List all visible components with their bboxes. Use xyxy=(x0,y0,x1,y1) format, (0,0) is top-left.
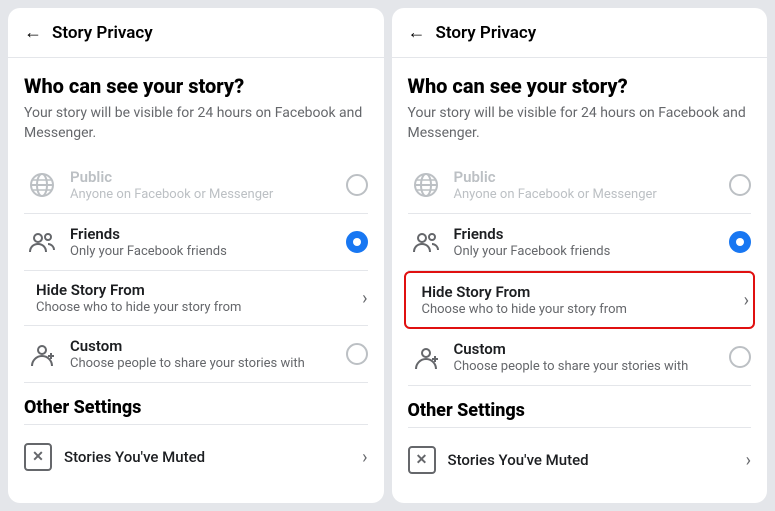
panel-body: Who can see your story? Your story will b… xyxy=(392,58,768,500)
settings-item-label: Stories You've Muted xyxy=(64,448,362,466)
app-container: ← Story Privacy Who can see your story? You… xyxy=(0,0,775,511)
option-label: Custom xyxy=(70,337,346,355)
settings-item-stories-muted[interactable]: ✕ Stories You've Muted› xyxy=(408,436,752,484)
option-custom[interactable]: CustomChoose people to share your storie… xyxy=(24,326,368,383)
option-text-wrap: CustomChoose people to share your storie… xyxy=(70,337,346,371)
option-label: Public xyxy=(70,168,346,186)
option-sublabel: Choose who to hide your story from xyxy=(422,302,744,317)
panel-title: Story Privacy xyxy=(52,23,153,43)
option-public[interactable]: PublicAnyone on Facebook or Messenger xyxy=(24,157,368,214)
panel-body: Who can see your story? Your story will b… xyxy=(8,58,384,497)
option-sublabel: Anyone on Facebook or Messenger xyxy=(454,187,730,202)
option-label: Public xyxy=(454,168,730,186)
friends-icon xyxy=(24,224,60,260)
muted-x-icon: ✕ xyxy=(24,443,52,471)
panel-header-right: ← Story Privacy xyxy=(392,8,768,58)
option-sublabel: Choose who to hide your story from xyxy=(36,300,362,315)
option-text-wrap: FriendsOnly your Facebook friends xyxy=(454,225,730,259)
chevron-right-icon: › xyxy=(746,450,751,471)
panel-title: Story Privacy xyxy=(436,23,537,43)
option-friends[interactable]: FriendsOnly your Facebook friends xyxy=(24,214,368,271)
option-sublabel: Only your Facebook friends xyxy=(70,244,346,259)
muted-x-icon: ✕ xyxy=(408,446,436,474)
option-sublabel: Anyone on Facebook or Messenger xyxy=(70,187,346,202)
radio-button[interactable] xyxy=(729,174,751,196)
option-text-wrap: FriendsOnly your Facebook friends xyxy=(70,225,346,259)
other-settings-title: Other Settings xyxy=(24,397,368,425)
radio-button[interactable] xyxy=(729,346,751,368)
option-sublabel: Only your Facebook friends xyxy=(454,244,730,259)
option-text-wrap: PublicAnyone on Facebook or Messenger xyxy=(70,168,346,202)
option-label: Friends xyxy=(454,225,730,243)
friends-icon xyxy=(408,224,444,260)
option-custom[interactable]: CustomChoose people to share your storie… xyxy=(408,329,752,386)
section-description: Your story will be visible for 24 hours … xyxy=(24,104,368,143)
chevron-right-icon: › xyxy=(744,290,749,311)
section-title: Who can see your story? xyxy=(408,74,752,98)
panel-right: ← Story Privacy Who can see your story? You… xyxy=(392,8,768,503)
option-public[interactable]: PublicAnyone on Facebook or Messenger xyxy=(408,157,752,214)
option-hide-story-from[interactable]: Hide Story FromChoose who to hide your s… xyxy=(24,271,368,326)
option-text-wrap: Hide Story FromChoose who to hide your s… xyxy=(36,281,362,315)
custom-icon xyxy=(24,336,60,372)
chevron-right-icon: › xyxy=(362,288,367,309)
option-hide-story-from[interactable]: Hide Story FromChoose who to hide your s… xyxy=(404,271,756,329)
option-sublabel: Choose people to share your stories with xyxy=(70,356,346,371)
globe-icon xyxy=(24,167,60,203)
chevron-right-icon: › xyxy=(362,447,367,468)
option-text-wrap: CustomChoose people to share your storie… xyxy=(454,340,730,374)
radio-button[interactable] xyxy=(346,231,368,253)
section-description: Your story will be visible for 24 hours … xyxy=(408,104,752,143)
globe-icon xyxy=(408,167,444,203)
radio-button[interactable] xyxy=(346,174,368,196)
option-text-wrap: Hide Story FromChoose who to hide your s… xyxy=(422,283,744,317)
back-button[interactable]: ← xyxy=(408,22,426,43)
back-button[interactable]: ← xyxy=(24,22,42,43)
custom-icon xyxy=(408,339,444,375)
option-sublabel: Choose people to share your stories with xyxy=(454,359,730,374)
option-label: Friends xyxy=(70,225,346,243)
settings-item-stories-muted[interactable]: ✕ Stories You've Muted› xyxy=(24,433,368,481)
option-friends[interactable]: FriendsOnly your Facebook friends xyxy=(408,214,752,271)
settings-item-label: Stories You've Muted xyxy=(448,451,746,469)
option-label: Hide Story From xyxy=(422,283,744,301)
option-label: Custom xyxy=(454,340,730,358)
other-settings-title: Other Settings xyxy=(408,400,752,428)
section-title: Who can see your story? xyxy=(24,74,368,98)
option-label: Hide Story From xyxy=(36,281,362,299)
option-text-wrap: PublicAnyone on Facebook or Messenger xyxy=(454,168,730,202)
panel-header-left: ← Story Privacy xyxy=(8,8,384,58)
radio-button[interactable] xyxy=(346,343,368,365)
radio-button[interactable] xyxy=(729,231,751,253)
panel-left: ← Story Privacy Who can see your story? You… xyxy=(8,8,384,503)
